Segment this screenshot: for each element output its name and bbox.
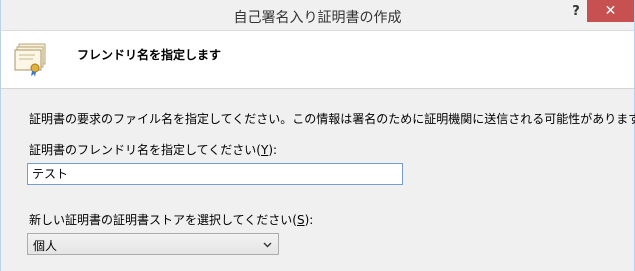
friendly-name-label: 証明書のフレンドリ名を指定してください(Y): [29,141,277,158]
page-title: フレンドリ名を指定します [77,48,222,62]
title-bar[interactable]: 自己署名入り証明書の作成 ? ✕ [1,0,634,31]
cert-store-select[interactable]: 個人 [27,233,279,255]
friendly-name-label-prefix: 証明書のフレンドリ名を指定してください( [29,143,261,157]
friendly-name-label-suffix: ): [268,143,278,157]
cert-store-accesskey: S [296,213,305,227]
cert-store-label: 新しい証明書の証明書ストアを選択してください(S): [29,211,313,228]
wizard-content: 証明書の要求のファイル名を指定してください。この情報は署名のために証明機関に送信… [1,89,635,271]
chevron-down-icon [263,242,272,248]
wizard-header: フレンドリ名を指定します [1,31,634,89]
dialog-window: 自己署名入り証明書の作成 ? ✕ フレンドリ名を指定します 証明書の要求のファイ… [0,0,635,271]
close-button[interactable]: ✕ [587,0,634,22]
cert-store-label-prefix: 新しい証明書の証明書ストアを選択してください( [29,213,297,227]
cert-store-selected-value: 個人 [33,239,58,253]
description-text: 証明書の要求のファイル名を指定してください。この情報は署名のために証明機関に送信… [29,112,635,126]
window-title: 自己署名入り証明書の作成 [233,10,402,26]
help-button[interactable]: ? [563,2,589,22]
cert-store-label-suffix: ): [304,213,314,227]
certificate-icon [14,43,46,77]
close-icon: ✕ [604,3,617,19]
friendly-name-input[interactable]: テスト [27,163,403,185]
